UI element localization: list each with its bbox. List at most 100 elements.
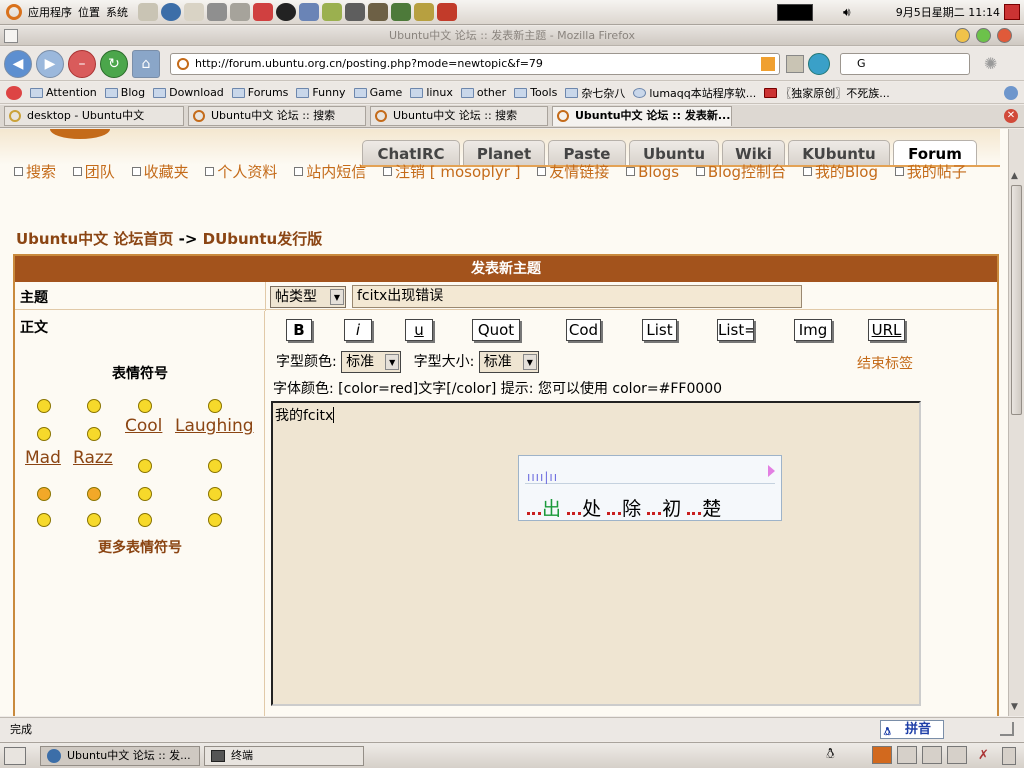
link-my-blog[interactable]: 我的Blog (802, 163, 884, 181)
emoticon-razz[interactable]: Razz (73, 448, 113, 468)
image-button[interactable]: Img (794, 319, 832, 341)
stop-button[interactable]: – (68, 49, 96, 78)
scroll-up-icon[interactable]: ▲ (1011, 171, 1018, 181)
close-tags-link[interactable]: 结束标签 (857, 353, 913, 373)
close-window-button[interactable] (997, 28, 1012, 43)
minimize-button[interactable] (955, 28, 970, 43)
ime-candidate-3[interactable]: 除 (622, 498, 641, 520)
message-textarea[interactable]: 我的fcitx ıııı|ıı 出 处 除 初 楚 (271, 401, 921, 706)
globe-launcher-icon[interactable] (391, 3, 411, 21)
home-button[interactable]: ⌂ (132, 49, 160, 78)
twisted-icon[interactable] (87, 487, 101, 501)
breadcrumb-forum[interactable]: DUbuntu发行版 (203, 230, 323, 248)
crying-icon[interactable] (208, 459, 222, 473)
reload-button[interactable]: ↻ (100, 49, 128, 78)
trash-icon[interactable] (1002, 747, 1016, 765)
menu-system[interactable]: 系统 (106, 4, 128, 20)
bookmark-original[interactable]: 〖独家原创〗不死族... (764, 85, 890, 101)
evil-icon[interactable] (37, 487, 51, 501)
text-editor-launcher-icon[interactable] (299, 3, 319, 21)
notes-launcher-icon[interactable] (414, 3, 434, 21)
link-profile[interactable]: 个人资料 (205, 163, 283, 181)
ime-candidate-2[interactable]: 处 (582, 498, 601, 520)
window-menu-icon[interactable] (4, 29, 18, 43)
tab-new-topic[interactable]: Ubuntu中文 论坛 :: 发表新... (552, 106, 732, 126)
link-blogs[interactable]: Blogs (626, 163, 685, 181)
bookmark-other[interactable]: other (460, 86, 506, 99)
ime-candidate-4[interactable]: 初 (662, 498, 681, 520)
qq-launcher-icon[interactable] (276, 3, 296, 21)
url-bar[interactable]: http://forum.ubuntu.org.cn/posting.php?m… (170, 52, 780, 75)
emoticon-laughing[interactable]: Laughing (175, 416, 254, 436)
quote-button[interactable]: Quot (472, 319, 520, 341)
wink-icon[interactable] (208, 487, 222, 501)
underline-button[interactable]: u (405, 319, 433, 341)
grin-icon[interactable] (87, 399, 101, 413)
font-size-select[interactable]: 标准 ▼ (478, 351, 539, 373)
gnome-foot-icon[interactable] (138, 3, 158, 21)
go-icon[interactable] (808, 52, 830, 75)
page-scrollbar[interactable]: ▲ ▼ (1008, 129, 1024, 716)
terminal-launcher-icon[interactable] (207, 3, 227, 21)
pen-launcher-icon[interactable] (322, 3, 342, 21)
scrollbar-thumb[interactable] (1011, 185, 1022, 415)
question-icon[interactable] (87, 513, 101, 527)
system-monitor-applet[interactable] (777, 3, 813, 21)
rss-feed-icon[interactable] (761, 56, 775, 71)
confused-icon[interactable] (87, 427, 101, 441)
tools-launcher-icon[interactable] (345, 3, 365, 21)
taskbar-firefox[interactable]: Ubuntu中文 论坛 :: 发... (40, 746, 200, 766)
home-launcher-icon[interactable] (437, 3, 457, 21)
volume-icon[interactable]: 🔊︎ (843, 5, 851, 20)
surprised-icon[interactable] (208, 399, 222, 413)
taskbar-terminal[interactable]: 终端 (204, 746, 364, 766)
search-input[interactable]: G (840, 52, 970, 75)
shocked-icon[interactable] (37, 427, 51, 441)
tab-desktop[interactable]: desktop - Ubuntu中文 (4, 106, 184, 126)
breadcrumb-home[interactable]: Ubuntu中文 论坛首页 (16, 230, 173, 248)
workspace-2[interactable] (897, 746, 917, 764)
bookmark-misc[interactable]: 杂七杂八 (565, 85, 625, 101)
sad-icon[interactable] (138, 399, 152, 413)
clock[interactable]: 9月5日星期二 11:14 (896, 4, 1000, 20)
qq-tray-icon[interactable]: 🐧︎ (826, 746, 862, 766)
rolleyes-icon[interactable] (138, 487, 152, 501)
link-search[interactable]: 搜索 (14, 163, 62, 181)
workspace-1[interactable] (872, 746, 892, 764)
bookmarks-overflow-icon[interactable] (1004, 85, 1018, 100)
link-team[interactable]: 团队 (72, 163, 121, 181)
file-icon[interactable] (786, 54, 804, 73)
mail-launcher-icon[interactable] (184, 3, 204, 21)
logout-icon[interactable] (1004, 4, 1020, 20)
italic-button[interactable]: i (344, 319, 372, 341)
link-favorites[interactable]: 收藏夹 (131, 163, 195, 181)
list-button[interactable]: List (642, 319, 677, 341)
forward-button[interactable]: ▶ (36, 49, 64, 78)
bookmark-funny[interactable]: Funny (296, 86, 346, 99)
code-button[interactable]: Cod (566, 319, 601, 341)
bold-button[interactable]: B (286, 319, 312, 341)
ubuntu-logo-icon[interactable] (6, 4, 22, 20)
ime-candidate-1[interactable]: 出 (542, 498, 561, 520)
ime-status-indicator[interactable]: 🐧︎ 拼音 (880, 720, 944, 739)
resize-grip-icon[interactable] (1000, 722, 1014, 736)
exclaim-icon[interactable] (37, 513, 51, 527)
list-ordered-button[interactable]: List= (717, 319, 754, 341)
tab-search-2[interactable]: Ubuntu中文 论坛 :: 搜索 (370, 106, 548, 126)
files-launcher-icon[interactable] (230, 3, 250, 21)
bookmark-tools[interactable]: Tools (514, 86, 557, 99)
menu-applications[interactable]: 应用程序 (28, 4, 72, 20)
link-messages[interactable]: 站内短信 (294, 163, 372, 181)
font-color-select[interactable]: 标准 ▼ (341, 351, 402, 373)
idea-icon[interactable] (138, 513, 152, 527)
subject-input[interactable]: fcitx出现错误 (352, 285, 802, 308)
bookmark-linux[interactable]: linux (410, 86, 453, 99)
game-launcher-icon[interactable] (253, 3, 273, 21)
workspace-3[interactable] (922, 746, 942, 764)
bookmark-attention[interactable]: Attention (30, 86, 97, 99)
show-desktop-icon[interactable] (4, 747, 26, 765)
bookmark-blog[interactable]: Blog (104, 86, 145, 99)
more-emoticons-link[interactable]: 更多表情符号 (15, 537, 265, 557)
link-logout[interactable]: 注销 [ mosoplyr ] (382, 163, 527, 181)
menu-places[interactable]: 位置 (78, 4, 100, 20)
